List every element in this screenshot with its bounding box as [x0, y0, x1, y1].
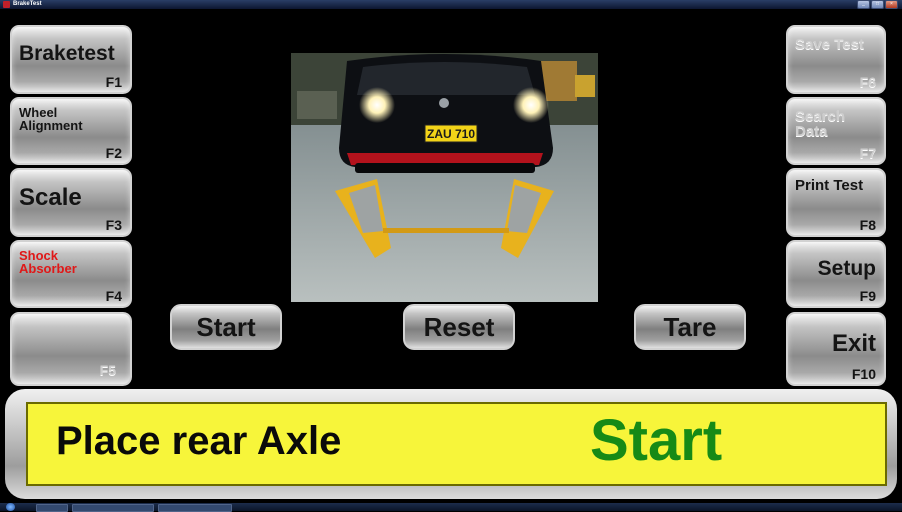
- reset-button[interactable]: Reset: [403, 304, 515, 350]
- title-bar: BrakeTest _ □ ×: [0, 0, 902, 9]
- exit-button[interactable]: Exit F10: [786, 312, 886, 386]
- wheel-alignment-button[interactable]: Wheel Alignment F2: [10, 97, 132, 165]
- start-button[interactable]: Start: [170, 304, 282, 350]
- search-data-key: F7: [859, 145, 876, 161]
- close-icon[interactable]: ×: [885, 0, 898, 9]
- f5-key: F5: [99, 362, 116, 378]
- camera-feed: ZAU 710: [291, 53, 598, 302]
- license-plate: ZAU 710: [427, 127, 475, 141]
- save-test-button[interactable]: Save Test F6: [786, 25, 886, 94]
- wheel-alignment-label: Wheel Alignment: [19, 105, 83, 133]
- tare-button[interactable]: Tare: [634, 304, 746, 350]
- start-orb-icon[interactable]: [6, 503, 15, 511]
- f5-button[interactable]: F5: [10, 312, 132, 386]
- braketest-label: Braketest: [19, 42, 115, 65]
- shock-absorber-label: Shock Absorber: [19, 248, 77, 276]
- braketest-key: F1: [105, 74, 122, 90]
- exit-label: Exit: [831, 330, 876, 357]
- setup-label: Setup: [817, 257, 876, 280]
- setup-key: F9: [859, 288, 876, 304]
- window-controls: _ □ ×: [857, 0, 898, 9]
- save-test-key: F6: [859, 74, 876, 90]
- status-panel: Place rear Axle Start: [26, 402, 887, 486]
- print-test-key: F8: [859, 217, 876, 233]
- minimize-icon[interactable]: _: [857, 0, 870, 9]
- maximize-icon[interactable]: □: [871, 0, 884, 9]
- save-test-label: Save Test: [795, 36, 864, 53]
- search-data-label: Search Data: [795, 108, 846, 140]
- camera-image: ZAU 710: [291, 53, 598, 302]
- exit-key: F10: [851, 366, 876, 382]
- scale-label: Scale: [19, 184, 82, 211]
- scale-button[interactable]: Scale F3: [10, 168, 132, 237]
- status-message: Place rear Axle: [56, 419, 342, 463]
- wheel-alignment-key: F2: [105, 145, 122, 161]
- app-icon: [3, 1, 10, 8]
- window-title: BrakeTest: [13, 1, 42, 7]
- search-data-button[interactable]: Search Data F7: [786, 97, 886, 165]
- print-test-button[interactable]: Print Test F8: [786, 168, 886, 237]
- scale-key: F3: [105, 217, 122, 233]
- shock-absorber-button[interactable]: Shock Absorber F4: [10, 240, 132, 308]
- shock-absorber-key: F4: [105, 288, 122, 304]
- taskbar: [0, 503, 902, 512]
- braketest-button[interactable]: Braketest F1: [10, 25, 132, 94]
- setup-button[interactable]: Setup F9: [786, 240, 886, 308]
- status-action: Start: [590, 408, 723, 473]
- print-test-label: Print Test: [795, 177, 864, 194]
